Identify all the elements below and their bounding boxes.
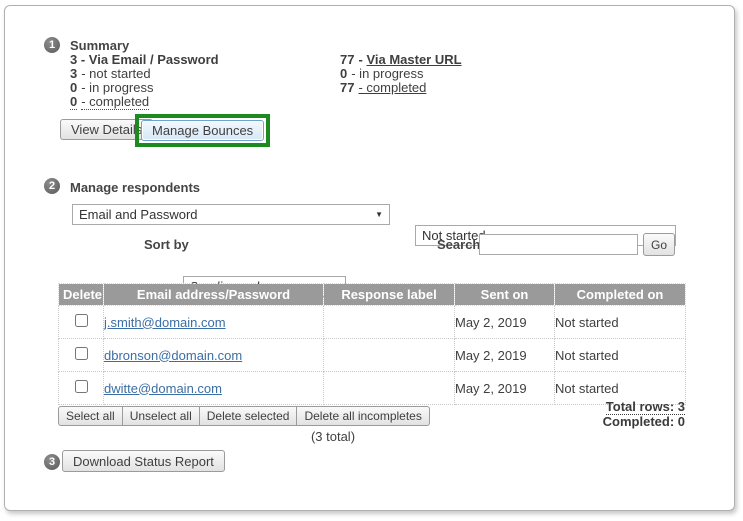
section-1-badge: 1	[44, 37, 60, 53]
manage-respondents-title: Manage respondents	[70, 180, 200, 195]
search-input[interactable]	[479, 234, 638, 255]
col-header-response-label: Response label	[324, 284, 455, 306]
summary-email-column: 3 - Via Email / Password 3- not started …	[70, 53, 219, 109]
col-header-sent-on: Sent on	[455, 284, 555, 306]
section-2-badge: 2	[44, 178, 60, 194]
respondents-table: Delete Email address/Password Response l…	[58, 283, 686, 405]
summary-master-line: 0- in progress	[340, 67, 462, 81]
table-totals: Total rows: 3 Completed: 0	[505, 399, 685, 429]
search-label: Search	[437, 237, 480, 252]
summary-email-line: 0- in progress	[70, 81, 219, 95]
select-all-button[interactable]: Select all	[58, 406, 123, 426]
section-2-number: 2	[49, 180, 55, 192]
respondent-type-value: Email and Password	[79, 207, 198, 222]
summary-email-line-completed: 0- completed	[70, 95, 219, 109]
email-link[interactable]: dwitte@domain.com	[104, 381, 222, 396]
row-checkbox[interactable]	[75, 380, 88, 393]
email-link[interactable]: dbronson@domain.com	[104, 348, 242, 363]
annotation-box: Manage Bounces	[135, 114, 270, 147]
completed-count-text: Completed: 0	[505, 414, 685, 429]
summary-title: Summary	[70, 38, 129, 53]
via-master-url-link[interactable]: Via Master URL	[366, 52, 461, 67]
col-header-email: Email address/Password	[104, 284, 324, 306]
completed-on-cell: Not started	[555, 306, 686, 339]
section-3-number: 3	[49, 456, 55, 468]
go-button[interactable]: Go	[643, 233, 675, 256]
table-header-row: Delete Email address/Password Response l…	[59, 284, 686, 306]
response-label-cell	[324, 306, 455, 339]
sent-on-cell: May 2, 2019	[455, 339, 555, 372]
table-actions: Select all Unselect all Delete selected …	[58, 406, 430, 426]
unselect-all-button[interactable]: Unselect all	[122, 406, 200, 426]
table-row: j.smith@domain.com May 2, 2019 Not start…	[59, 306, 686, 339]
delete-selected-button[interactable]: Delete selected	[199, 406, 298, 426]
response-label-cell	[324, 339, 455, 372]
row-count-note: (3 total)	[278, 429, 388, 444]
col-header-completed-on: Completed on	[555, 284, 686, 306]
summary-email-heading: 3 - Via Email / Password	[70, 53, 219, 67]
delete-all-incompletes-button[interactable]: Delete all incompletes	[296, 406, 429, 426]
summary-master-heading: 77- Via Master URL	[340, 53, 462, 67]
summary-master-line-completed: 77- completed	[340, 81, 462, 95]
response-label-cell	[324, 372, 455, 405]
total-rows-text: Total rows: 3	[606, 399, 685, 415]
summary-email-line: 3- not started	[70, 67, 219, 81]
manage-bounces-button[interactable]: Manage Bounces	[141, 120, 264, 141]
col-header-delete: Delete	[59, 284, 104, 306]
respondent-status-page: 1 Summary 3 - Via Email / Password 3- no…	[0, 0, 743, 521]
completed-on-cell: Not started	[555, 339, 686, 372]
section-3-badge: 3	[44, 454, 60, 470]
sent-on-cell: May 2, 2019	[455, 306, 555, 339]
table-row: dbronson@domain.com May 2, 2019 Not star…	[59, 339, 686, 372]
chevron-down-icon: ▼	[375, 211, 383, 219]
section-1-number: 1	[49, 39, 55, 51]
download-status-report-button[interactable]: Download Status Report	[62, 450, 225, 472]
respondent-type-select[interactable]: Email and Password ▼	[72, 204, 390, 225]
row-checkbox[interactable]	[75, 347, 88, 360]
sort-by-label: Sort by	[144, 237, 189, 252]
email-link[interactable]: j.smith@domain.com	[104, 315, 226, 330]
row-checkbox[interactable]	[75, 314, 88, 327]
summary-master-column: 77- Via Master URL 0- in progress 77- co…	[340, 53, 462, 95]
